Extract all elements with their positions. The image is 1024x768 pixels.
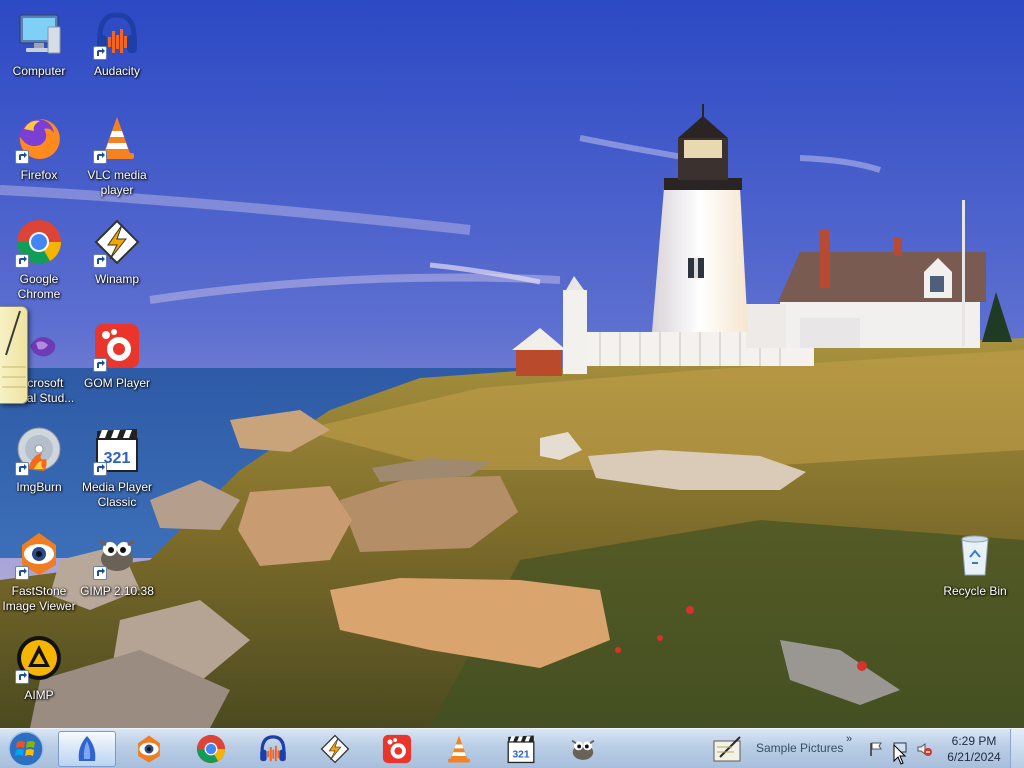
- taskbar-button-media-player-classic[interactable]: 321: [492, 731, 550, 767]
- gom-player-icon: [91, 320, 143, 372]
- shortcut-arrow-icon: [15, 462, 29, 476]
- desktop-icon-google-chrome[interactable]: Google Chrome: [0, 216, 78, 312]
- vlc-icon: [91, 112, 143, 164]
- volume-muted-icon[interactable]: [916, 741, 932, 757]
- desktop-icon-label: AIMP: [24, 688, 54, 702]
- desktop-icon-label: ImgBurn: [16, 480, 62, 494]
- desktop-icon-label: Media Player Classic: [81, 480, 153, 509]
- desktop-icon-label: Audacity: [93, 64, 141, 78]
- firefox-icon: [13, 112, 65, 164]
- desktop-icon-label: GOM Player: [83, 376, 150, 390]
- chrome-icon: [13, 216, 65, 268]
- clock-date: 6/21/2024: [947, 750, 1001, 764]
- desktop-icon-faststone[interactable]: FastStone Image Viewer: [0, 528, 78, 624]
- taskbar-button-gom-player[interactable]: [368, 731, 426, 767]
- sample-pictures-toolbar-icon[interactable]: [712, 733, 744, 765]
- shortcut-arrow-icon: [93, 358, 107, 372]
- shortcut-arrow-icon: [15, 150, 29, 164]
- taskbar: 321 Sample Pictures » 6:29 PM 6/21/2024: [0, 728, 1024, 768]
- desktop-icon-label: Computer: [12, 64, 66, 78]
- desktop-icon-computer[interactable]: Computer: [0, 8, 78, 104]
- shortcut-arrow-icon: [15, 566, 29, 580]
- shortcut-arrow-icon: [93, 150, 107, 164]
- imgburn-icon: [13, 424, 65, 476]
- desktop-icon-audacity[interactable]: Audacity: [78, 8, 156, 104]
- pencil-icon: [2, 310, 26, 388]
- desktop-icon-imgburn[interactable]: ImgBurn: [0, 424, 78, 520]
- desktop-icon-label: Google Chrome: [17, 272, 61, 301]
- audacity-icon: [91, 8, 143, 60]
- taskbar-button-app[interactable]: [58, 731, 116, 767]
- audacity-icon: [260, 735, 286, 762]
- app-blue-icon: [78, 736, 96, 761]
- desktop-icon-aimp[interactable]: AIMP: [0, 632, 78, 728]
- winamp-icon: [320, 734, 350, 764]
- winamp-icon: [91, 216, 143, 268]
- desktop-icon-gom-player[interactable]: GOM Player: [78, 320, 156, 416]
- desktop-icon-label: GIMP 2.10.38: [80, 584, 154, 598]
- shortcut-arrow-icon: [93, 254, 107, 268]
- aimp-icon: [13, 632, 65, 684]
- chrome-icon: [196, 734, 226, 764]
- desktop-icon-recycle-bin[interactable]: Recycle Bin: [936, 528, 1014, 624]
- desktop-icon-media-player-classic[interactable]: 321 Media Player Classic: [78, 424, 156, 520]
- faststone-icon: [138, 735, 160, 763]
- toolbar-chevron-icon[interactable]: »: [846, 733, 852, 745]
- taskbar-button-gimp[interactable]: [554, 731, 612, 767]
- gom-player-icon: [382, 734, 412, 764]
- shortcut-arrow-icon: [93, 462, 107, 476]
- shortcut-arrow-icon: [93, 566, 107, 580]
- sticky-notes-gadget[interactable]: [0, 306, 28, 404]
- vlc-icon: [448, 735, 470, 763]
- svg-text:321: 321: [104, 450, 131, 467]
- action-center-flag-icon[interactable]: [868, 741, 884, 757]
- clock-time: 6:29 PM: [951, 734, 997, 748]
- taskbar-button-faststone[interactable]: [120, 731, 178, 767]
- system-clock[interactable]: 6:29 PM 6/21/2024: [936, 733, 1012, 765]
- start-button[interactable]: [4, 730, 48, 768]
- desktop-icon-label: FastStone Image Viewer: [2, 584, 76, 613]
- show-desktop-button[interactable]: [1010, 729, 1024, 768]
- recycle-bin-icon: [949, 528, 1001, 580]
- windows-start-icon: [8, 731, 44, 767]
- shortcut-arrow-icon: [93, 46, 107, 60]
- mouse-cursor-icon: [893, 744, 907, 765]
- desktop-icon-vlc[interactable]: VLC media player: [78, 112, 156, 208]
- taskbar-button-chrome[interactable]: [182, 731, 240, 767]
- desktop-icon-winamp[interactable]: Winamp: [78, 216, 156, 312]
- desktop-icon-label: Firefox: [20, 168, 58, 182]
- desktop-icon-label: VLC media player: [87, 168, 147, 197]
- shortcut-arrow-icon: [15, 254, 29, 268]
- taskbar-button-audacity[interactable]: [244, 731, 302, 767]
- desktop-icon-firefox[interactable]: Firefox: [0, 112, 78, 208]
- gimp-icon: [91, 528, 143, 580]
- mpc-icon: 321: [507, 735, 535, 764]
- desktop[interactable]: Computer Firefox Google Chrome Microsoft…: [0, 0, 1024, 728]
- desktop-icon-label: Recycle Bin: [943, 584, 1007, 598]
- taskbar-button-winamp[interactable]: [306, 731, 364, 767]
- toolbar-label[interactable]: Sample Pictures: [756, 741, 843, 755]
- computer-icon: [13, 8, 65, 60]
- mpc-icon: 321: [91, 424, 143, 476]
- taskbar-button-vlc[interactable]: [430, 731, 488, 767]
- desktop-icon-label: Winamp: [94, 272, 139, 286]
- shortcut-arrow-icon: [15, 670, 29, 684]
- desktop-icon-gimp[interactable]: GIMP 2.10.38: [78, 528, 156, 624]
- svg-text:321: 321: [512, 749, 529, 760]
- gimp-icon: [571, 739, 595, 760]
- faststone-icon: [13, 528, 65, 580]
